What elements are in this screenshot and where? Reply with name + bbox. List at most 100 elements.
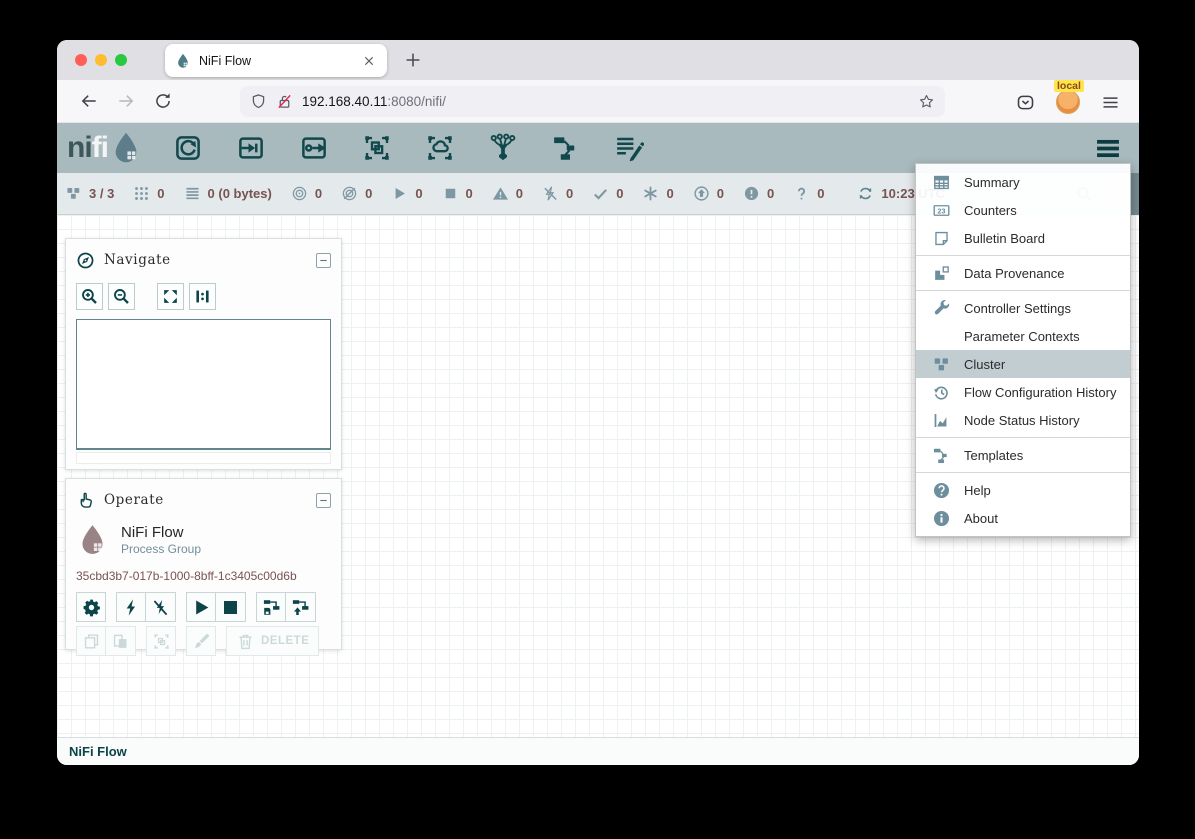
processor-icon[interactable] bbox=[173, 133, 203, 163]
menu-item-label: Controller Settings bbox=[964, 301, 1071, 316]
menu-item-parameter-contexts[interactable]: Parameter Contexts bbox=[916, 322, 1130, 350]
running-icon bbox=[391, 185, 408, 202]
refresh-icon[interactable] bbox=[857, 185, 874, 202]
menu-item-label: Data Provenance bbox=[964, 266, 1064, 281]
traffic-lights bbox=[75, 54, 127, 66]
bookmark-star-icon[interactable] bbox=[918, 93, 935, 110]
menu-item-label: Node Status History bbox=[964, 413, 1080, 428]
menu-item-data-provenance[interactable]: Data Provenance bbox=[916, 259, 1130, 287]
status-transmitting: 0 bbox=[291, 185, 322, 202]
tab-close-icon[interactable] bbox=[361, 53, 377, 69]
brush-button bbox=[186, 626, 216, 656]
table-icon bbox=[932, 173, 951, 192]
menu-item-label: Templates bbox=[964, 448, 1023, 463]
nifi-logo-text-ni: ni bbox=[67, 131, 92, 165]
status-stopped: 0 bbox=[442, 185, 473, 202]
close-window-button[interactable] bbox=[75, 54, 87, 66]
gear-button[interactable] bbox=[76, 592, 106, 622]
menu-item-help[interactable]: Help bbox=[916, 476, 1130, 504]
maximize-window-button[interactable] bbox=[115, 54, 127, 66]
status-not-transmitting: 0 bbox=[341, 185, 372, 202]
menu-item-label: Summary bbox=[964, 175, 1020, 190]
menu-item-counters[interactable]: 23Counters bbox=[916, 196, 1130, 224]
lightning-slash-button[interactable] bbox=[146, 592, 176, 622]
reload-button[interactable] bbox=[153, 91, 173, 111]
status-invalid-value: 0 bbox=[516, 186, 523, 201]
delete-button-label: DELETE bbox=[261, 635, 309, 647]
one-one-button[interactable] bbox=[189, 283, 216, 310]
menu-item-label: Help bbox=[964, 483, 991, 498]
profile-badge: local bbox=[1054, 80, 1084, 92]
browser-window: NiFi Flow 192.168.40.11:8080/nifi/ l bbox=[57, 40, 1139, 765]
play-button[interactable] bbox=[186, 592, 216, 622]
save-template-icon bbox=[262, 598, 281, 617]
navigate-panel: Navigate bbox=[65, 238, 342, 470]
group-select-icon bbox=[152, 632, 171, 651]
menu-item-templates[interactable]: Templates bbox=[916, 441, 1130, 469]
menu-item-label: Bulletin Board bbox=[964, 231, 1045, 246]
firefox-menu-button[interactable] bbox=[1100, 92, 1121, 113]
group-select-button bbox=[146, 626, 176, 656]
template-icon[interactable] bbox=[551, 133, 581, 163]
operate-collapse-button[interactable] bbox=[316, 493, 331, 508]
component-toolbar bbox=[173, 133, 644, 163]
back-button[interactable] bbox=[79, 91, 99, 111]
output-port-icon[interactable] bbox=[299, 133, 329, 163]
label-icon[interactable] bbox=[614, 133, 644, 163]
status-lm-stale-value: 0 bbox=[767, 186, 774, 201]
menu-item-controller-settings[interactable]: Controller Settings bbox=[916, 294, 1130, 322]
pocket-icon[interactable] bbox=[1015, 92, 1036, 113]
menu-item-node-status-history[interactable]: Node Status History bbox=[916, 406, 1130, 434]
menu-item-about[interactable]: About bbox=[916, 504, 1130, 532]
shield-icon[interactable] bbox=[250, 93, 267, 110]
paste-icon bbox=[111, 632, 130, 651]
minimize-window-button[interactable] bbox=[95, 54, 107, 66]
selected-flow-id: 35cbd3b7-017b-1000-8bff-1c3405c00d6b bbox=[76, 569, 331, 583]
fit-button[interactable] bbox=[157, 283, 184, 310]
birdseye-view[interactable] bbox=[76, 319, 331, 450]
wrench-icon bbox=[932, 299, 951, 318]
threads-icon bbox=[133, 185, 150, 202]
navigate-collapse-button[interactable] bbox=[316, 253, 331, 268]
question-icon bbox=[793, 185, 810, 202]
lightning-icon bbox=[122, 598, 141, 617]
gear-icon bbox=[82, 598, 101, 617]
menu-item-summary[interactable]: Summary bbox=[916, 168, 1130, 196]
menu-item-cluster[interactable]: Cluster bbox=[916, 350, 1130, 378]
process-group-icon[interactable] bbox=[362, 133, 392, 163]
upload-template-button[interactable] bbox=[286, 592, 316, 622]
info-icon bbox=[932, 509, 951, 528]
funnel-icon[interactable] bbox=[488, 133, 518, 163]
status-stale: 0 bbox=[693, 185, 724, 202]
bulletin-icon bbox=[932, 229, 951, 248]
brush-icon bbox=[192, 632, 211, 651]
global-menu: Summary 23Counters Bulletin Board Data Prov… bbox=[915, 163, 1131, 537]
url-text[interactable]: 192.168.40.11:8080/nifi/ bbox=[302, 94, 918, 109]
zoom-in-button[interactable] bbox=[76, 283, 103, 310]
browser-tab[interactable]: NiFi Flow bbox=[165, 44, 387, 77]
menu-item-bulletin-board[interactable]: Bulletin Board bbox=[916, 224, 1130, 252]
invalid-icon bbox=[492, 185, 509, 202]
stop-square-button[interactable] bbox=[216, 592, 246, 622]
lightning-button[interactable] bbox=[116, 592, 146, 622]
url-bar[interactable]: 192.168.40.11:8080/nifi/ bbox=[240, 86, 945, 117]
lightning-slash-icon bbox=[151, 598, 170, 617]
forward-button[interactable] bbox=[116, 91, 136, 111]
remote-process-group-icon[interactable] bbox=[425, 133, 455, 163]
menu-item-flow-configuration-history[interactable]: Flow Configuration History bbox=[916, 378, 1130, 406]
save-template-button[interactable] bbox=[256, 592, 286, 622]
copy-button bbox=[76, 626, 106, 656]
profile-avatar[interactable]: local bbox=[1056, 90, 1080, 114]
help-icon bbox=[932, 481, 951, 500]
navigate-title: Navigate bbox=[104, 252, 316, 268]
global-menu-button[interactable] bbox=[1089, 136, 1127, 161]
operate-buttons-row1 bbox=[76, 592, 331, 622]
new-tab-button[interactable] bbox=[402, 49, 424, 71]
cluster-icon bbox=[932, 355, 951, 374]
status-asterisk: 0 bbox=[642, 185, 673, 202]
insecure-lock-icon[interactable] bbox=[276, 93, 293, 110]
breadcrumb-root[interactable]: NiFi Flow bbox=[69, 744, 127, 759]
zoom-out-button[interactable] bbox=[108, 283, 135, 310]
input-port-icon[interactable] bbox=[236, 133, 266, 163]
status-question: 0 bbox=[793, 185, 824, 202]
